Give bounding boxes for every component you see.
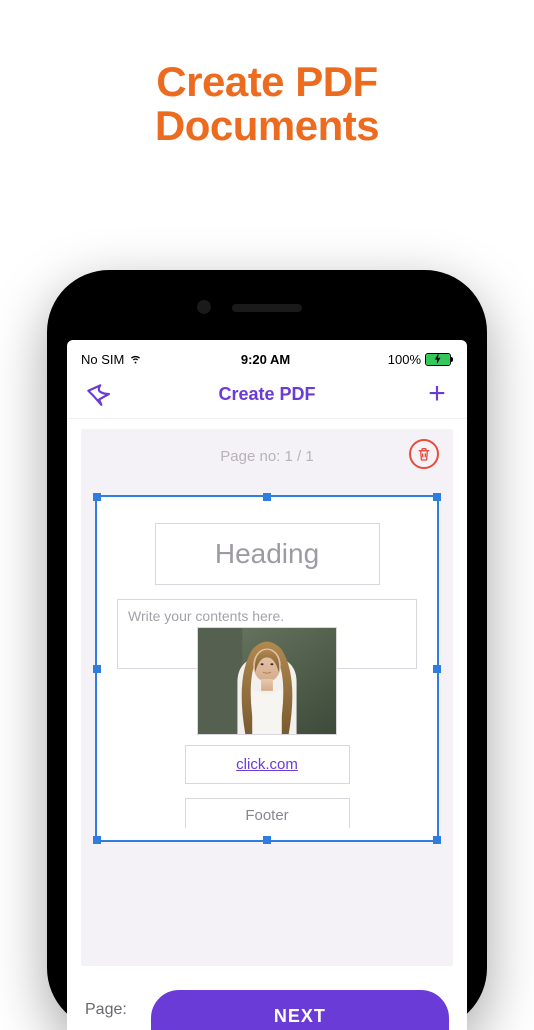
resize-handle[interactable] bbox=[263, 836, 271, 844]
heading-input[interactable]: Heading bbox=[155, 523, 380, 585]
next-button[interactable]: NEXT bbox=[151, 990, 449, 1030]
status-bar: No SIM 9:20 AM 100% bbox=[67, 340, 467, 372]
delete-page-button[interactable] bbox=[409, 439, 439, 469]
page-label: Page: bbox=[85, 1001, 127, 1019]
phone-speaker bbox=[232, 304, 302, 312]
back-icon[interactable] bbox=[83, 380, 111, 408]
promo-line-1: Create PDF bbox=[156, 58, 377, 105]
phone-mockup: No SIM 9:20 AM 100% bbox=[47, 270, 487, 1030]
resize-handle[interactable] bbox=[93, 493, 101, 501]
battery-icon bbox=[425, 353, 453, 366]
content-placeholder: Write your contents here. bbox=[128, 608, 284, 624]
wifi-icon bbox=[128, 350, 143, 368]
link-text: click.com bbox=[236, 756, 298, 773]
clock-label: 9:20 AM bbox=[241, 352, 290, 367]
phone-camera bbox=[197, 300, 211, 314]
nav-title: Create PDF bbox=[218, 384, 315, 405]
page-frame[interactable]: Heading Write your contents here. bbox=[95, 495, 439, 842]
link-input[interactable]: click.com bbox=[185, 745, 350, 784]
promo-line-2: Documents bbox=[155, 102, 379, 149]
footer-input[interactable]: Footer bbox=[185, 798, 350, 828]
add-button[interactable]: + bbox=[423, 380, 451, 408]
resize-handle[interactable] bbox=[263, 493, 271, 501]
inserted-image[interactable] bbox=[197, 627, 337, 735]
battery-pct-label: 100% bbox=[388, 352, 421, 367]
resize-handle[interactable] bbox=[433, 665, 441, 673]
bottom-bar: Page: NEXT bbox=[67, 966, 467, 1030]
trash-icon bbox=[416, 446, 432, 462]
promo-heading: Create PDF Documents bbox=[0, 60, 534, 148]
phone-body: No SIM 9:20 AM 100% bbox=[47, 270, 487, 1030]
status-left: No SIM bbox=[81, 350, 143, 368]
photo-placeholder-icon bbox=[198, 628, 336, 734]
carrier-label: No SIM bbox=[81, 352, 124, 367]
phone-screen: No SIM 9:20 AM 100% bbox=[67, 340, 467, 1030]
resize-handle[interactable] bbox=[93, 665, 101, 673]
resize-handle[interactable] bbox=[93, 836, 101, 844]
status-right: 100% bbox=[388, 352, 453, 367]
resize-handle[interactable] bbox=[433, 836, 441, 844]
plus-icon: + bbox=[428, 379, 446, 409]
canvas-area: Page no: 1 / 1 Head bbox=[81, 429, 453, 966]
resize-handle[interactable] bbox=[433, 493, 441, 501]
page-number-label: Page no: 1 / 1 bbox=[220, 448, 313, 465]
canvas-header: Page no: 1 / 1 bbox=[95, 439, 439, 473]
nav-bar: Create PDF + bbox=[67, 372, 467, 419]
